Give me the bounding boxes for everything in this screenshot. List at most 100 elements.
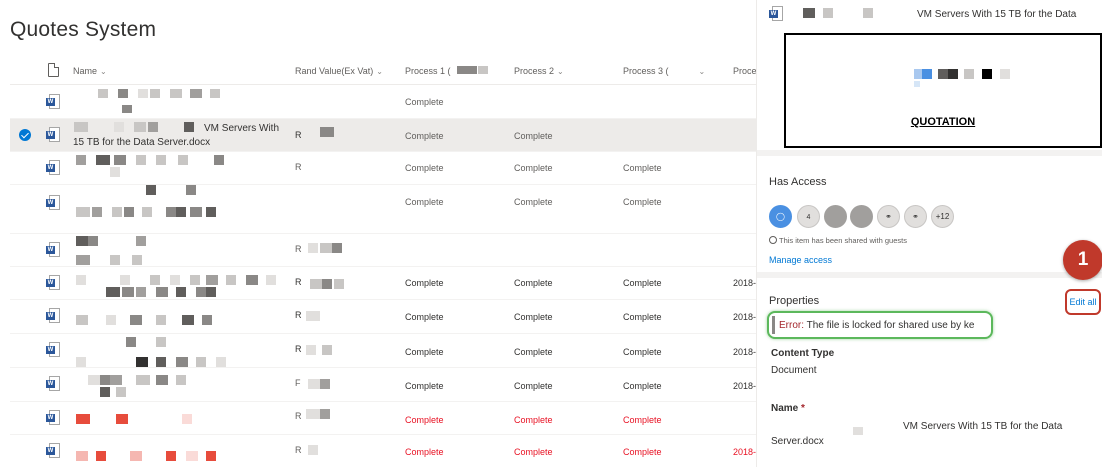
process2-status: Complete (514, 381, 553, 391)
rand-value: R (295, 344, 302, 354)
name-value-line1[interactable]: VM Servers With 15 TB for the Data (903, 421, 1062, 432)
redacted-block (156, 287, 168, 297)
redacted-block (322, 279, 332, 289)
process1-status: Complete (405, 197, 444, 207)
page-title: Quotes System (10, 18, 157, 41)
more-members-button[interactable]: +12 (931, 205, 954, 228)
table-row[interactable]: W R Complete Complete Complete 2018- (10, 334, 756, 368)
redacted-block (100, 375, 110, 385)
redacted-block (118, 89, 128, 98)
redacted-block (156, 375, 168, 385)
file-name-line2[interactable]: 15 TB for the Data Server.docx (73, 136, 210, 149)
process3-status: Complete (623, 381, 662, 391)
list-header: Name ⌄ Rand Value(Ex Vat) ⌄ Process 1 ( Pr… (10, 57, 756, 85)
column-header-process3[interactable]: Process 3 ( ⌄ (623, 66, 705, 76)
rand-value: R (295, 162, 302, 172)
redacted-block (76, 451, 88, 461)
word-document-icon: W (46, 94, 60, 109)
group-avatar-icon[interactable]: ⚭ (904, 205, 927, 228)
process1-status: Complete (405, 415, 444, 425)
column-header-process2[interactable]: Process 2 ⌄ (514, 66, 564, 76)
redacted-block (308, 379, 320, 389)
process2-status: Complete (514, 415, 553, 425)
chevron-down-icon: ⌄ (698, 67, 706, 76)
redacted-block (332, 243, 342, 253)
redacted-block (246, 275, 258, 285)
redacted-block (166, 451, 176, 461)
redacted-block (136, 375, 150, 385)
process4-date: 2018- (733, 381, 756, 391)
person-avatar-icon[interactable] (850, 205, 873, 228)
redacted-block (266, 275, 276, 285)
redacted-block (206, 451, 216, 461)
document-preview[interactable]: QUOTATION (784, 33, 1102, 148)
person-avatar-icon[interactable] (824, 205, 847, 228)
redacted-block (110, 375, 122, 385)
process1-status: Complete (405, 97, 444, 107)
process3-status: Complete (623, 163, 662, 173)
rand-value: R (295, 445, 302, 455)
redacted-block (320, 379, 330, 389)
redacted-block (803, 8, 815, 18)
error-message-box: Error: The file is locked for shared use… (767, 311, 993, 339)
process3-status: Complete (623, 447, 662, 457)
process1-status: Complete (405, 131, 444, 141)
word-document-icon: W (46, 242, 60, 257)
user-avatar-icon[interactable]: ◯ (769, 205, 792, 228)
process2-status: Complete (514, 312, 553, 322)
group-avatar[interactable]: 4 (797, 205, 820, 228)
redacted-block (320, 127, 334, 137)
error-message: Error: The file is locked for shared use… (779, 320, 991, 331)
redacted-block (156, 357, 166, 367)
table-row[interactable]: W R (10, 234, 756, 267)
preview-heading: QUOTATION (910, 116, 976, 128)
column-header-rand[interactable]: Rand Value(Ex Vat) ⌄ (295, 66, 383, 76)
redacted-block (116, 387, 126, 397)
table-row[interactable]: W R Complete Complete Complete 2018- (10, 435, 756, 467)
row-selected-check-icon[interactable] (19, 129, 31, 141)
redacted-block (306, 345, 316, 355)
group-avatar-icon[interactable]: ⚭ (877, 205, 900, 228)
redacted-block (122, 287, 134, 297)
process2-status: Complete (514, 278, 553, 288)
redacted-block (100, 387, 110, 397)
redacted-block (76, 207, 90, 217)
redacted-block (176, 207, 186, 217)
content-type-value[interactable]: Document (771, 365, 817, 376)
redacted-block (106, 287, 120, 297)
redacted-block (76, 275, 86, 285)
manage-access-link[interactable]: Manage access (769, 255, 832, 265)
redacted-block (156, 337, 166, 347)
redacted-block (182, 315, 194, 325)
redacted-block (823, 8, 833, 18)
table-row[interactable]: W R Complete Complete Complete 2018- (10, 300, 756, 334)
rand-value: R (295, 277, 302, 287)
has-access-heading: Has Access (769, 176, 827, 188)
column-process3-label: Process 3 ( (623, 66, 669, 76)
process4-date: 2018- (733, 312, 756, 322)
redacted-block (922, 69, 932, 79)
details-panel: W VM Servers With 15 TB for the Data QUO… (756, 0, 1102, 467)
redacted-block (132, 255, 142, 265)
file-name-line1[interactable]: VM Servers With (204, 122, 279, 135)
column-header-process4[interactable]: Proce (733, 66, 756, 76)
redacted-block (76, 155, 86, 165)
redacted-block (863, 8, 873, 18)
redacted-block (76, 236, 88, 246)
redacted-block (136, 287, 146, 297)
column-rand-label: Rand Value(Ex Vat) (295, 66, 374, 76)
edit-all-button[interactable]: Edit all (1065, 289, 1101, 315)
redacted-block (196, 287, 206, 297)
column-header-name[interactable]: Name ⌄ (73, 66, 107, 76)
column-header-process1[interactable]: Process 1 ( (405, 66, 451, 76)
required-marker: * (801, 403, 805, 414)
redacted-block (206, 275, 218, 285)
name-value-line2[interactable]: Server.docx (771, 436, 824, 447)
process1-status: Complete (405, 347, 444, 357)
redacted-block (98, 89, 108, 98)
rand-value: R (295, 244, 302, 254)
redacted-block (124, 207, 134, 217)
file-type-icon[interactable] (48, 63, 59, 77)
rand-value: R (295, 310, 302, 320)
more-members-label: +12 (935, 212, 950, 221)
